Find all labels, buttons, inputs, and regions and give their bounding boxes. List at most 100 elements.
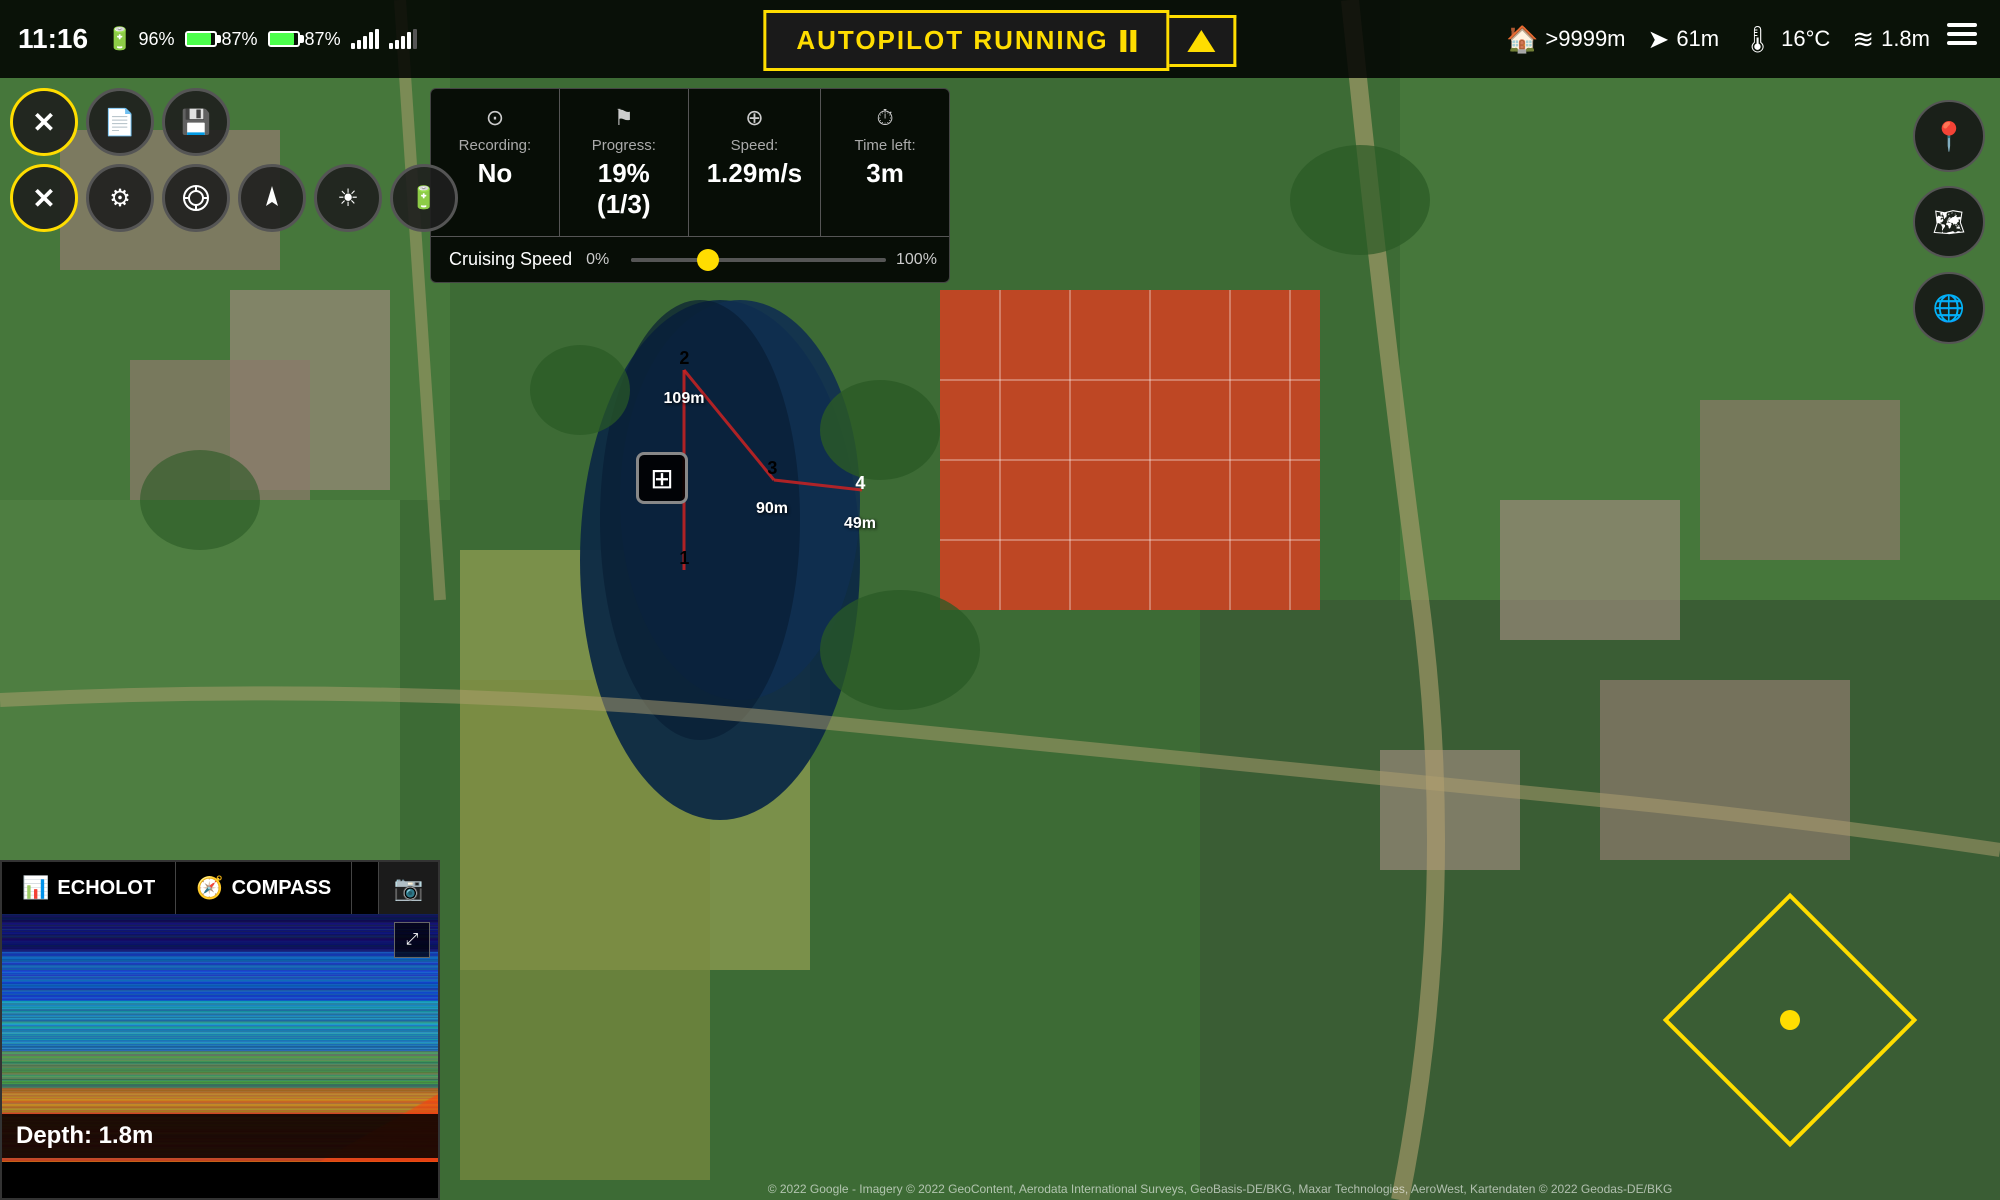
altitude-value: >9999m xyxy=(1545,26,1625,52)
speed-slider-thumb[interactable] xyxy=(697,249,719,271)
signal-icon: ≋ xyxy=(1852,24,1874,55)
mini-map-diamond xyxy=(1680,920,1900,1120)
autopilot-triangle-button[interactable] xyxy=(1170,15,1237,67)
battery-button[interactable]: 🔋 xyxy=(390,164,458,232)
waypoint-4-label: 4 xyxy=(855,473,865,494)
progress-label: Progress: xyxy=(578,137,670,154)
echolot-header: 📊 ECHOLOT 🧭 COMPASS 📷 xyxy=(2,862,438,914)
brightness-icon: ☀ xyxy=(337,184,359,213)
depth-label: Depth: 1.8m xyxy=(2,1114,438,1158)
expand-button[interactable]: ⤢ xyxy=(394,922,430,958)
signal-bar-1 xyxy=(351,43,355,49)
waypoint-1-label: 1 xyxy=(679,548,689,569)
autopilot-banner: AUTOPILOT RUNNING xyxy=(763,10,1236,71)
speed-label: Speed: xyxy=(707,137,802,154)
echolot-panel: 📊 ECHOLOT 🧭 COMPASS 📷 ⤢ Depth: 1.8m xyxy=(0,860,440,1200)
camera-button[interactable]: 📷 xyxy=(378,862,438,914)
drone-icon: ⊞ xyxy=(650,462,673,495)
recording-icon: ⊙ xyxy=(449,105,541,131)
progress-col: ⚑ Progress: 19% (1/3) xyxy=(560,89,689,236)
direction-value: 61m xyxy=(1676,26,1719,52)
drone-marker: ⊞ xyxy=(636,452,688,504)
menu-line-3 xyxy=(1947,41,1977,45)
aim-button[interactable] xyxy=(238,164,306,232)
toolbar-row-1: ✕ 📄 💾 xyxy=(10,88,458,156)
globe-icon: 🌐 xyxy=(1933,293,1965,324)
pause-bar-1 xyxy=(1121,30,1127,52)
settings-icon: ⚙ xyxy=(109,184,131,213)
cell-bar-5 xyxy=(413,29,417,49)
map-type-button[interactable]: 🗺 xyxy=(1913,186,1985,258)
aim-icon xyxy=(258,184,286,212)
info-panel-stats: ⊙ Recording: No ⚑ Progress: 19% (1/3) ⊕ … xyxy=(431,89,949,237)
wifi-signal xyxy=(351,29,379,49)
drone-body: ⊞ xyxy=(636,452,688,504)
right-buttons: 📍 🗺 🌐 xyxy=(1913,100,1985,344)
location-icon: 📍 xyxy=(1932,120,1967,153)
save-button[interactable]: 💾 xyxy=(162,88,230,156)
cell-signal xyxy=(389,29,417,49)
close-icon-2: ✕ xyxy=(32,182,55,215)
battery2-fill xyxy=(187,33,211,45)
cell-bar-1 xyxy=(389,43,393,49)
temperature-value: 16°C xyxy=(1781,26,1830,52)
target-button[interactable] xyxy=(162,164,230,232)
time-left-col: ⏱ Time left: 3m xyxy=(821,89,949,236)
cruising-speed-label: Cruising Speed xyxy=(449,249,572,270)
battery3-fill xyxy=(270,33,294,45)
battery2-pct: 87% xyxy=(222,29,258,50)
signal-stat: ≋ 1.8m xyxy=(1852,24,1930,55)
waypoint-2-label: 2 xyxy=(679,348,689,369)
speed-slider-track[interactable] xyxy=(631,258,886,262)
compass-label: COMPASS xyxy=(232,877,332,900)
info-panel: ⊙ Recording: No ⚑ Progress: 19% (1/3) ⊕ … xyxy=(430,88,950,283)
usb-icon: 🔋 xyxy=(106,26,133,52)
autopilot-label: AUTOPILOT RUNNING xyxy=(796,25,1108,56)
waypoint-1[interactable]: 1 xyxy=(660,530,708,586)
right-stats: 🏠 >9999m ➤ 61m 🌡 16°C ≋ 1.8m xyxy=(1506,0,1930,78)
menu-button[interactable] xyxy=(1939,15,1985,53)
altitude-stat: 🏠 >9999m xyxy=(1506,24,1626,55)
pause-icon xyxy=(1121,30,1137,52)
echolot-tab[interactable]: 📊 ECHOLOT xyxy=(2,862,176,914)
time-left-value: 3m xyxy=(839,158,931,189)
autopilot-button[interactable]: AUTOPILOT RUNNING xyxy=(763,10,1169,71)
battery3-icon xyxy=(268,31,300,47)
brightness-button[interactable]: ☀ xyxy=(314,164,382,232)
direction-stat: ➤ 61m xyxy=(1648,24,1720,55)
pause-bar-2 xyxy=(1131,30,1137,52)
recording-value: No xyxy=(449,158,541,189)
menu-line-1 xyxy=(1947,23,1977,27)
time-display: 11:16 xyxy=(18,23,88,55)
speed-slider-container: 0% 100% xyxy=(586,251,931,269)
battery2-group: 87% xyxy=(185,29,258,50)
diamond-shape xyxy=(1663,893,1918,1148)
echolot-icon: 📊 xyxy=(22,875,49,901)
close-button-1[interactable]: ✕ xyxy=(10,88,78,156)
waypoint-2[interactable]: 2 109m xyxy=(660,330,708,408)
waypoint-3[interactable]: 3 90m xyxy=(748,440,796,518)
echolot-label: ECHOLOT xyxy=(57,877,155,900)
settings-button[interactable]: ⚙ xyxy=(86,164,154,232)
recording-label: Recording: xyxy=(449,137,541,154)
signal-value: 1.8m xyxy=(1881,26,1930,52)
compass-tab[interactable]: 🧭 COMPASS xyxy=(176,862,352,914)
close-button-2[interactable]: ✕ xyxy=(10,164,78,232)
close-icon-1: ✕ xyxy=(32,106,55,139)
battery3-bar xyxy=(268,31,300,47)
document-button[interactable]: 📄 xyxy=(86,88,154,156)
battery1-pct: 96% xyxy=(138,29,174,50)
globe-button[interactable]: 🌐 xyxy=(1913,272,1985,344)
speed-icon: ⊕ xyxy=(707,105,802,131)
battery2-bar xyxy=(185,31,217,47)
waypoint-4[interactable]: 4 49m xyxy=(836,455,884,533)
document-icon: 📄 xyxy=(104,107,136,138)
home-icon: 🏠 xyxy=(1506,24,1538,55)
waypoint-3-label: 3 xyxy=(767,458,777,479)
map-attribution: © 2022 Google - Imagery © 2022 GeoConten… xyxy=(440,1182,2000,1196)
battery3-group: 87% xyxy=(268,29,341,50)
compass-icon: 🧭 xyxy=(196,875,223,901)
location-button[interactable]: 📍 xyxy=(1913,100,1985,172)
navigation-icon: ➤ xyxy=(1648,24,1670,55)
time-icon: ⏱ xyxy=(839,105,931,131)
